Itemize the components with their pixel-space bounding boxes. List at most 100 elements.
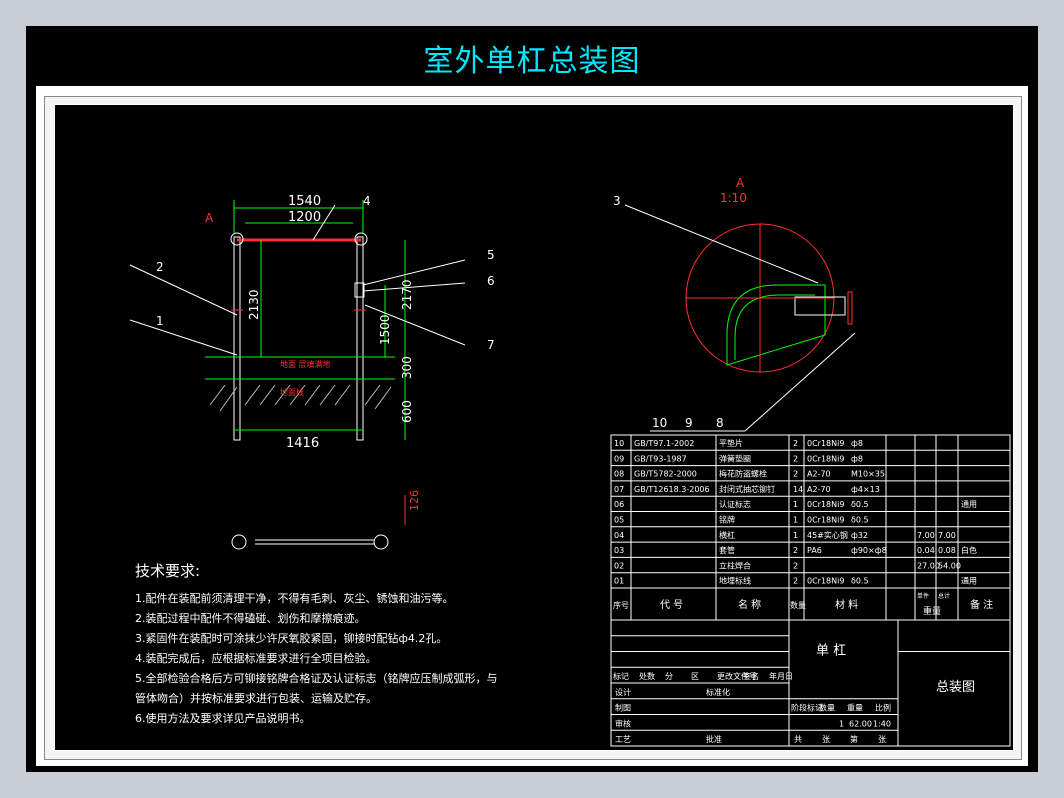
bom-no: 10	[614, 439, 624, 448]
tech-line: 管体吻合）并按标准要求进行包装、运输及贮存。	[135, 692, 377, 705]
bom-mat: 0Cr18Ni9	[807, 454, 844, 463]
bom-mat: 0Cr18Ni9	[807, 500, 844, 509]
bom-name: 立柱焊合	[719, 560, 751, 570]
bom-qty: 2	[793, 454, 798, 463]
bom-qty: 2	[793, 439, 798, 448]
detail-leaders	[624, 204, 856, 432]
bom-no: 08	[614, 470, 624, 479]
bom-h-mat: 材 料	[835, 598, 858, 611]
bom-no: 01	[614, 577, 624, 586]
bom-code: GB/T5782-2000	[634, 470, 697, 479]
tb-role: 审核	[615, 718, 631, 728]
bom-table: 10 GB/T97.1-2002 平垫片 2 0Cr18Ni9 ф8 09 GB/T93-19…	[610, 434, 1011, 621]
bom-code: GB/T97.1-2002	[634, 439, 694, 448]
note-lower: 地面线	[280, 387, 304, 397]
callout-7: 7	[487, 338, 495, 352]
bom-mat: PA6	[807, 546, 822, 555]
bom-name: 平垫片	[719, 438, 743, 448]
bom-mat: A2-70	[807, 485, 831, 494]
tech-line: 3.紧固件在装配时可涂抹少许厌氧胶紧固，铆接时配钻ф4.2孔。	[135, 632, 448, 645]
bom-w1: 0.04	[917, 546, 935, 555]
bom-note: 通用	[961, 499, 977, 509]
bom-qty: 1	[793, 500, 798, 509]
bom-no: 06	[614, 500, 624, 509]
tb-stage-header: 数量	[819, 703, 835, 713]
section-mark-a: A	[205, 211, 214, 225]
callout-3: 3	[613, 194, 621, 208]
tb-role: 设计	[615, 687, 631, 697]
detail-view	[685, 223, 853, 373]
bom-h-name: 名 称	[738, 598, 761, 611]
bom-mat: 45#实心钢	[807, 530, 848, 540]
tb-sheet: 张	[822, 735, 830, 744]
dim-1540: 1540	[288, 194, 321, 209]
tb-stage-header: 比例	[875, 703, 891, 713]
callout-9: 9	[685, 416, 693, 430]
main-leaders	[129, 204, 466, 356]
bom-w1: 7.00	[917, 531, 935, 540]
tb-role: 工艺	[615, 735, 631, 744]
dim-2170: 2170	[400, 279, 414, 310]
tech-line: 5.全部检验合格后方可铆接铭牌合格证及认证标志（铭牌应压制成弧形，与	[135, 672, 498, 685]
detail-label: A	[736, 176, 745, 190]
drawing-window: 室外单杠总装图 A 1540 1200 2130 2170 1500 300 6…	[26, 26, 1038, 772]
tech-line: 6.使用方法及要求详见产品说明书。	[135, 712, 311, 725]
tb-scale: 1:40	[873, 719, 891, 728]
bom-name: 套管	[719, 545, 735, 555]
bom-no: 03	[614, 546, 624, 555]
bom-h-no: 序号	[613, 600, 629, 610]
tech-line: 4.装配完成后，应根据标准要求进行全项目检验。	[135, 652, 377, 665]
bom-name: 横杠	[719, 530, 735, 540]
title-block: 单 杠总装图标记 处数分区更改文件号签名 年月日设计制图审核工艺标准化批准阶段标记数…	[610, 619, 1011, 747]
left-post	[233, 236, 241, 441]
bom-h-w2: 总计	[938, 592, 950, 600]
bom-mat: 0Cr18Ni9	[807, 516, 844, 525]
note-upper: 地面 层填满地	[280, 359, 331, 369]
bom-qty: 2	[793, 561, 798, 570]
bom-w2: 54.00	[938, 561, 961, 570]
bom-spec: M10×35	[851, 470, 885, 479]
side-view	[231, 495, 406, 550]
tech-requirements: 技术要求: 1.配件在装配前须清理干净，不得有毛刺、灰尘、锈蚀和油污等。 2.装配…	[135, 560, 498, 729]
bom-spec: ф32	[851, 531, 868, 540]
tb-rev-header: 签名	[743, 671, 759, 681]
callout-1: 1	[156, 314, 164, 328]
bom-code: GB/T12618.3-2006	[634, 485, 710, 494]
tech-lines: 1.配件在装配前须清理干净，不得有毛刺、灰尘、锈蚀和油污等。 2.装配过程中配件不…	[135, 589, 498, 729]
dim-600: 600	[400, 400, 414, 423]
bom-w2: 7.00	[938, 531, 956, 540]
bom-name: 地埋标线	[719, 576, 751, 586]
callout-6: 6	[487, 274, 495, 288]
bom-w1: 27.00	[917, 561, 940, 570]
tb-rev-header: 处数	[639, 671, 655, 681]
dim-2130: 2130	[247, 289, 261, 320]
bom-mat: 0Cr18Ni9	[807, 439, 844, 448]
bom-spec: ф8	[851, 439, 863, 448]
detail-scale: 1:10	[720, 191, 747, 205]
drawing-sheet: A 1540 1200 2130 2170 1500 300 600 1416 …	[54, 104, 1014, 751]
bom-w2: 0.08	[938, 546, 956, 555]
tech-line: 1.配件在装配前须清理干净，不得有毛刺、灰尘、锈蚀和油污等。	[135, 592, 454, 605]
tb-product: 单 杠	[816, 643, 846, 659]
bom-no: 02	[614, 561, 624, 570]
bom-spec: δ0.5	[851, 577, 869, 586]
bom-qty: 2	[793, 546, 798, 555]
right-post	[356, 236, 364, 441]
bom-h-w1: 单件	[917, 592, 929, 600]
tb-role: 制图	[615, 703, 631, 713]
callout-10: 10	[652, 416, 667, 430]
callout-2: 2	[156, 260, 164, 274]
tb-rev-header: 区	[691, 672, 699, 681]
bom-h-qty: 数量	[790, 600, 806, 610]
tb-sheet: 共	[794, 735, 802, 744]
bom-name: 封闭式抽芯铆钉	[719, 484, 775, 494]
bom-code: GB/T93-1987	[634, 454, 687, 463]
tb-stage-header: 重量	[847, 703, 863, 713]
bom-no: 05	[614, 516, 624, 525]
bom-no: 04	[614, 531, 624, 540]
tb-standardize: 标准化	[706, 687, 730, 697]
bom-qty: 14	[793, 485, 803, 494]
bom-note: 通用	[961, 576, 977, 586]
tb-rev-header: 标记	[613, 671, 629, 681]
tb-rev-header: 分	[665, 672, 673, 681]
